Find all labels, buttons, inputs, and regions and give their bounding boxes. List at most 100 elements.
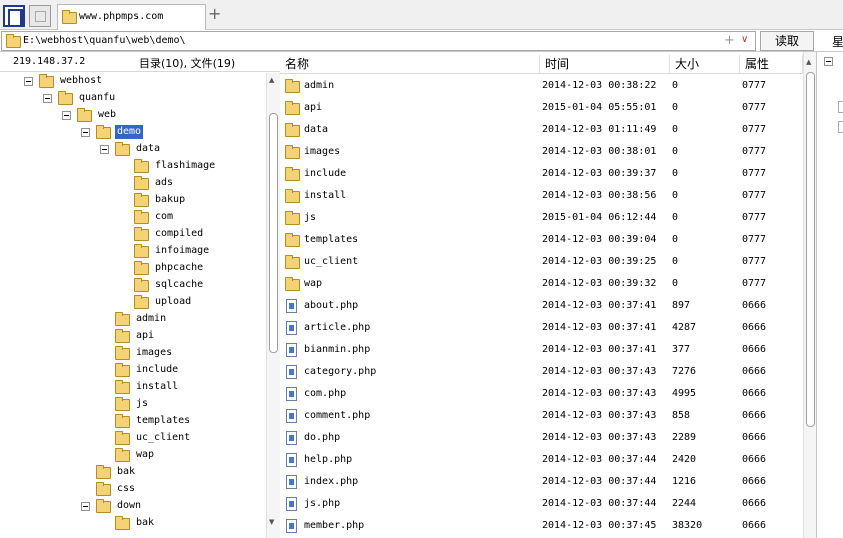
list-item[interactable]: about.php 2014-12-03 00:37:41 897 0666 bbox=[280, 295, 803, 317]
list-item[interactable]: bianmin.php 2014-12-03 00:37:41 377 0666 bbox=[280, 339, 803, 361]
list-item[interactable]: api 2015-01-04 05:55:01 0 0777 bbox=[280, 97, 803, 119]
tree-node[interactable]: admin bbox=[0, 311, 266, 328]
list-item[interactable]: install 2014-12-03 00:38:56 0 0777 bbox=[280, 185, 803, 207]
tree-scroll-thumb[interactable] bbox=[269, 113, 278, 353]
list-item[interactable]: admin 2014-12-03 00:38:22 0 0777 bbox=[280, 75, 803, 97]
file-name: include bbox=[304, 168, 347, 179]
list-item[interactable]: do.php 2014-12-03 00:37:43 2289 0666 bbox=[280, 427, 803, 449]
list-item[interactable]: help.php 2014-12-03 00:37:44 2420 0666 bbox=[280, 449, 803, 471]
read-button[interactable]: 读取 bbox=[760, 31, 814, 51]
list-item[interactable]: comment.php 2014-12-03 00:37:43 858 0666 bbox=[280, 405, 803, 427]
tree-node[interactable]: images bbox=[0, 345, 266, 362]
tree-node[interactable]: uc_client bbox=[0, 430, 266, 447]
tree-node[interactable]: js bbox=[0, 396, 266, 413]
tree-node[interactable]: flashimage bbox=[0, 158, 266, 175]
tree-node[interactable]: bak bbox=[0, 515, 266, 532]
list-scrollbar[interactable]: ▲ bbox=[803, 52, 816, 538]
tree-node[interactable]: data bbox=[0, 141, 266, 158]
file-list[interactable]: admin 2014-12-03 00:38:22 0 0777 api 2015-01-… bbox=[280, 75, 803, 538]
col-attr[interactable]: 属性 bbox=[740, 55, 803, 73]
tree-node[interactable]: css bbox=[0, 481, 266, 498]
list-item[interactable]: com.php 2014-12-03 00:37:43 4995 0666 bbox=[280, 383, 803, 405]
collapse-toggle-icon[interactable] bbox=[24, 77, 33, 86]
file-attr: 0777 bbox=[742, 102, 767, 113]
secondary-panel-button[interactable] bbox=[29, 5, 51, 27]
list-item[interactable]: uc_client 2014-12-03 00:39:25 0 0777 bbox=[280, 251, 803, 273]
tree-node[interactable]: phpcache bbox=[0, 260, 266, 277]
tree-node[interactable]: compiled bbox=[0, 226, 266, 243]
tree-node[interactable]: upload bbox=[0, 294, 266, 311]
tree-node-label: bak bbox=[136, 517, 155, 528]
tree-node[interactable]: com bbox=[0, 209, 266, 226]
collapse-toggle-icon[interactable] bbox=[81, 502, 90, 511]
folder-tree[interactable]: webhost quanfu web demo data flashimage ads bak… bbox=[0, 73, 266, 538]
file-attr: 0666 bbox=[742, 344, 767, 355]
list-item[interactable]: js.php 2014-12-03 00:37:44 2244 0666 bbox=[280, 493, 803, 515]
list-scroll-up-icon[interactable]: ▲ bbox=[806, 58, 811, 66]
tree-node[interactable]: bakup bbox=[0, 192, 266, 209]
tree-node[interactable]: wap bbox=[0, 447, 266, 464]
tree-node[interactable]: include bbox=[0, 362, 266, 379]
file-size: 1216 bbox=[672, 476, 697, 487]
tree-node[interactable]: templates bbox=[0, 413, 266, 430]
collapse-toggle-icon[interactable] bbox=[62, 111, 71, 120]
file-attr: 0666 bbox=[742, 300, 767, 311]
list-item[interactable]: include 2014-12-03 00:39:37 0 0777 bbox=[280, 163, 803, 185]
php-file-icon bbox=[286, 431, 297, 445]
col-size[interactable]: 大小 bbox=[670, 55, 740, 73]
col-time[interactable]: 时间 bbox=[540, 55, 670, 73]
tree-node[interactable]: down bbox=[0, 498, 266, 515]
tree-node[interactable]: sqlcache bbox=[0, 277, 266, 294]
list-item[interactable]: member.php 2014-12-03 00:37:45 38320 0666 bbox=[280, 515, 803, 537]
tree-scrollbar[interactable]: ▲ ▼ bbox=[266, 73, 280, 538]
list-item[interactable]: category.php 2014-12-03 00:37:43 7276 0666 bbox=[280, 361, 803, 383]
file-attr: 0777 bbox=[742, 80, 767, 91]
list-item[interactable]: article.php 2014-12-03 00:37:41 4287 0666 bbox=[280, 317, 803, 339]
panel-tab-a[interactable] bbox=[838, 101, 843, 113]
folder-icon bbox=[96, 482, 111, 496]
tree-node-label: install bbox=[136, 381, 179, 392]
collapse-toggle-icon[interactable] bbox=[43, 94, 52, 103]
tree-node-label: uc_client bbox=[136, 432, 191, 443]
collapse-icon[interactable] bbox=[824, 57, 833, 66]
php-file-icon bbox=[286, 299, 297, 313]
tree-node[interactable]: quanfu bbox=[0, 90, 266, 107]
folder-icon bbox=[115, 414, 130, 428]
tree-node[interactable]: bak bbox=[0, 464, 266, 481]
panel-tab-b[interactable] bbox=[838, 121, 843, 133]
tree-node-label: down bbox=[117, 500, 142, 511]
right-panel bbox=[816, 52, 843, 538]
scroll-down-icon[interactable]: ▼ bbox=[269, 518, 274, 526]
tree-node[interactable]: web bbox=[0, 107, 266, 124]
path-input[interactable]: E:\webhost\quanfu\web\demo\ + ∨ bbox=[1, 31, 756, 51]
tree-node[interactable]: ads bbox=[0, 175, 266, 192]
folder-icon bbox=[134, 210, 149, 224]
file-time: 2014-12-03 00:39:25 bbox=[542, 256, 657, 267]
panel-toggle-button[interactable] bbox=[3, 5, 25, 27]
tree-node[interactable]: infoimage bbox=[0, 243, 266, 260]
list-item[interactable]: js 2015-01-04 06:12:44 0 0777 bbox=[280, 207, 803, 229]
list-item[interactable]: data 2014-12-03 01:11:49 0 0777 bbox=[280, 119, 803, 141]
scroll-up-icon[interactable]: ▲ bbox=[269, 76, 274, 84]
tree-node[interactable]: webhost bbox=[0, 73, 266, 90]
tree-node[interactable]: demo bbox=[0, 124, 266, 141]
list-item[interactable]: templates 2014-12-03 00:39:04 0 0777 bbox=[280, 229, 803, 251]
new-tab-button[interactable]: + bbox=[208, 6, 221, 22]
col-name[interactable]: 名称 bbox=[280, 55, 540, 73]
tree-node[interactable]: api bbox=[0, 328, 266, 345]
list-item[interactable]: index.php 2014-12-03 00:37:44 1216 0666 bbox=[280, 471, 803, 493]
tab-phpmps[interactable]: www.phpmps.com bbox=[57, 4, 206, 30]
collapse-toggle-icon[interactable] bbox=[81, 128, 90, 137]
bookmark-plus-icon[interactable]: + bbox=[724, 33, 735, 48]
collapse-toggle-icon[interactable] bbox=[100, 145, 109, 154]
folder-icon bbox=[285, 101, 300, 115]
php-file-icon bbox=[286, 453, 297, 467]
list-item[interactable]: wap 2014-12-03 00:39:32 0 0777 bbox=[280, 273, 803, 295]
list-scroll-thumb[interactable] bbox=[806, 72, 815, 427]
list-item[interactable]: images 2014-12-03 00:38:01 0 0777 bbox=[280, 141, 803, 163]
tree-node[interactable]: install bbox=[0, 379, 266, 396]
file-name: images bbox=[304, 146, 341, 157]
chevron-down-icon[interactable]: ∨ bbox=[741, 34, 748, 45]
file-attr: 0666 bbox=[742, 454, 767, 465]
file-time: 2015-01-04 05:55:01 bbox=[542, 102, 657, 113]
